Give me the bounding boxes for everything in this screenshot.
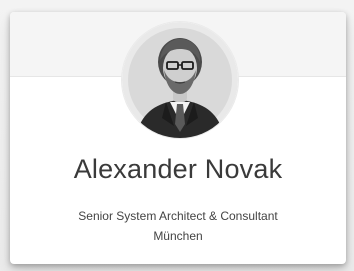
profile-name: Alexander Novak bbox=[73, 154, 283, 184]
profile-location: München bbox=[153, 229, 203, 243]
profile-subtitle: Senior System Architect & Consultant Mün… bbox=[10, 206, 346, 246]
avatar[interactable] bbox=[122, 22, 238, 138]
person-photo-icon bbox=[122, 22, 238, 138]
profile-card: Alexander Novak Senior System Architect … bbox=[10, 12, 346, 264]
profile-role: Senior System Architect & Consultant bbox=[78, 209, 278, 223]
page: Alexander Novak Senior System Architect … bbox=[0, 0, 354, 271]
